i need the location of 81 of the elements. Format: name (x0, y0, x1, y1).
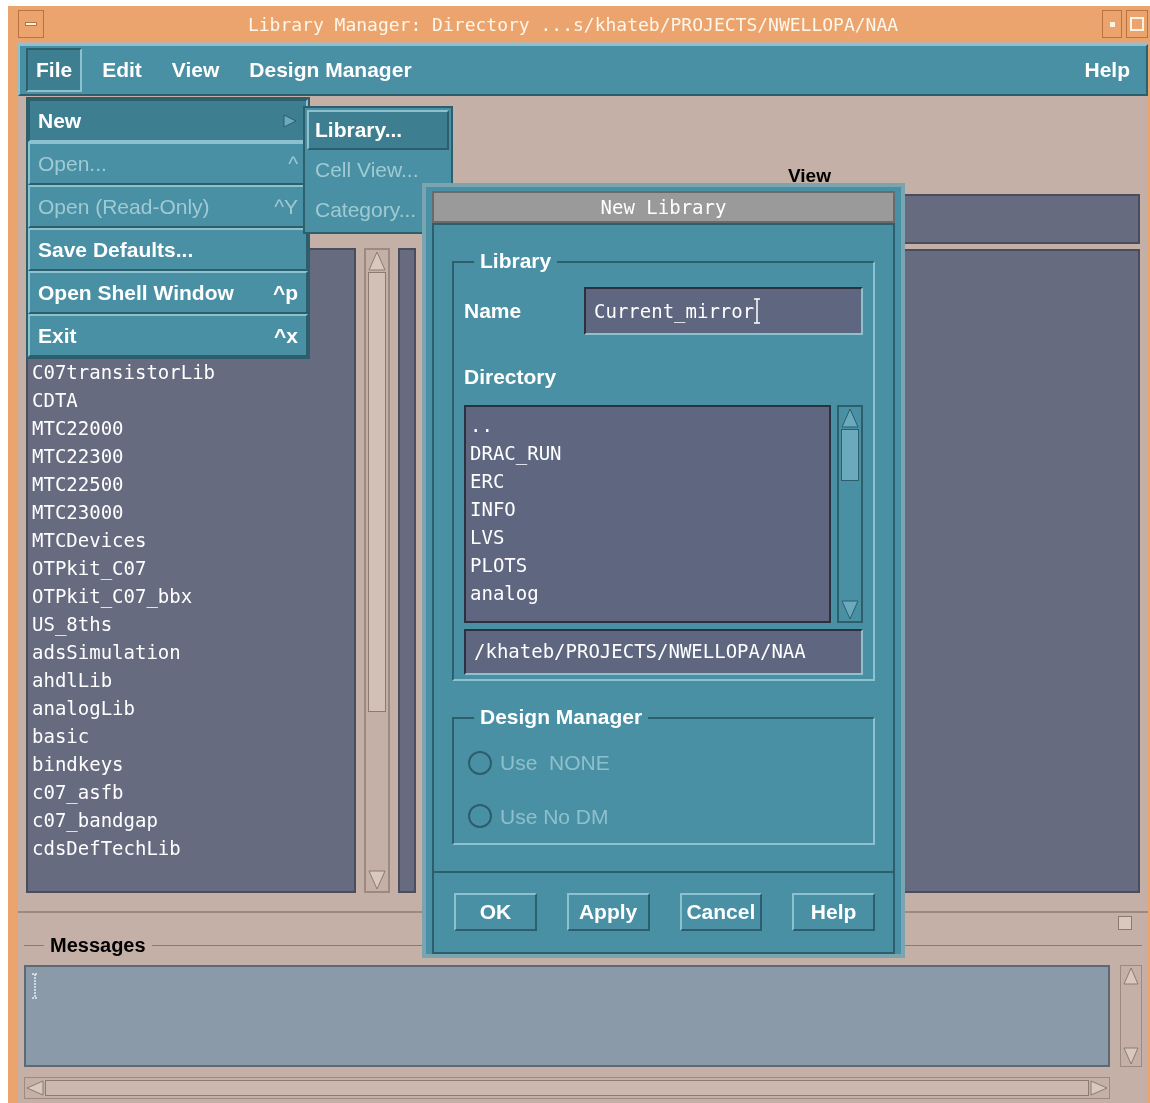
list-item[interactable]: INFO (470, 494, 825, 523)
list-item[interactable]: PLOTS (470, 550, 825, 579)
scroll-down-icon[interactable] (1122, 1046, 1140, 1066)
directory-label: Directory (464, 364, 558, 390)
menu-item[interactable]: Design Manager (239, 48, 422, 92)
list-item[interactable]: US_8ths (32, 610, 354, 638)
scroll-up-icon[interactable] (367, 250, 387, 272)
minimize-button[interactable] (1102, 10, 1122, 38)
scroll-up-icon[interactable] (1122, 966, 1140, 986)
dialog-button[interactable]: Help (792, 893, 875, 931)
menu-item[interactable]: View (161, 48, 230, 92)
list-item[interactable]: basic (32, 722, 354, 750)
dialog-button[interactable]: Cancel (679, 893, 763, 931)
menu-item[interactable]: Exit ^x (28, 314, 308, 357)
scroll-down-icon[interactable] (840, 598, 860, 621)
path-field[interactable]: /khateb/PROJECTS/NWELLOPA/NAA (464, 628, 863, 675)
scrollbar[interactable] (837, 404, 863, 623)
name-value: Current_mirror (594, 298, 755, 325)
menu-item-label: Open... (38, 150, 107, 177)
name-field[interactable]: Current_mirror (584, 287, 863, 335)
menu-item[interactable]: Open Shell Window ^p (28, 271, 308, 314)
scroll-down-icon[interactable] (367, 869, 387, 891)
menu-item[interactable]: Help (1074, 48, 1140, 92)
pane-resize-handle[interactable] (1118, 916, 1132, 930)
dialog-button[interactable]: Apply (566, 893, 650, 931)
menu-item[interactable]: Library... (307, 110, 449, 150)
list-item[interactable]: MTC23000 (32, 498, 354, 526)
list-item[interactable]: bindkeys (32, 750, 354, 778)
shortcut-label: ^Y (274, 193, 298, 220)
menu-item-label: Save Defaults... (38, 236, 194, 263)
list-item[interactable]: c07_bandgap (32, 806, 354, 834)
messages-label: Messages (50, 933, 146, 958)
list-item[interactable]: ahdlLib (32, 666, 354, 694)
scroll-right-icon[interactable] (1089, 1079, 1109, 1097)
view-column-label: View (788, 168, 831, 184)
window-menu-button[interactable] (18, 10, 44, 38)
menu-item-label: New (38, 107, 82, 134)
shortcut-label: ^ (288, 150, 298, 177)
list-item[interactable]: OTPkit_C07_bbx (32, 582, 354, 610)
list-item[interactable]: analog (470, 578, 825, 607)
submenu-arrow-icon (282, 112, 298, 129)
menu-item-label: Open Shell Window (38, 279, 234, 306)
list-item[interactable]: cdsDefTechLib (32, 834, 354, 862)
scroll-left-icon[interactable] (25, 1079, 45, 1097)
menu-item[interactable]: Save Defaults... (28, 228, 308, 271)
shortcut-label: ^x (274, 322, 298, 349)
list-item[interactable]: MTC22300 (32, 442, 354, 470)
list-item[interactable]: adsSimulation (32, 638, 354, 666)
list-item[interactable]: CDTA (32, 386, 354, 414)
dialog-title-bar: New Library (432, 191, 895, 223)
dialog-button[interactable]: OK (454, 893, 537, 931)
scroll-thumb[interactable] (368, 272, 386, 712)
list-item[interactable]: MTC22000 (32, 414, 354, 442)
horizontal-scrollbar[interactable] (24, 1077, 1110, 1099)
list-item[interactable]: DRAC_RUN (470, 438, 825, 467)
list-item[interactable]: OTPkit_C07 (32, 554, 354, 582)
option-label: Use NONE (500, 750, 610, 776)
menu-item[interactable]: New (28, 99, 308, 142)
maximize-button[interactable] (1126, 10, 1148, 38)
list-item[interactable]: .. (470, 410, 825, 439)
scrollbar[interactable] (364, 248, 390, 893)
menu-item[interactable]: Edit (92, 48, 152, 92)
window-title: Library Manager: Directory ...s/khateb/PROJECTS/NWELLOPA/NAA (246, 12, 900, 37)
option-label: Use No DM (500, 803, 609, 830)
list-item[interactable]: C07transistorLib (32, 358, 354, 386)
list-item[interactable]: MTCDevices (32, 526, 354, 554)
text-cursor-icon (754, 298, 761, 324)
name-label: Name (464, 298, 523, 325)
menu-item-label: Exit (38, 322, 77, 349)
scroll-thumb[interactable] (45, 1080, 1089, 1096)
list-item[interactable]: analogLib (32, 694, 354, 722)
scrollbar[interactable] (1120, 965, 1142, 1067)
list-item[interactable]: LVS (470, 522, 825, 551)
shortcut-label: ^p (272, 279, 298, 306)
menu-item-label: Open (Read-Only) (38, 193, 210, 220)
list-item[interactable]: ERC (470, 466, 825, 495)
list-item[interactable]: c07_asfb (32, 778, 354, 806)
list-item[interactable]: MTC22500 (32, 470, 354, 498)
text-cursor-icon (32, 973, 38, 999)
scroll-up-icon[interactable] (840, 406, 860, 429)
menu-item[interactable]: File (26, 48, 83, 92)
